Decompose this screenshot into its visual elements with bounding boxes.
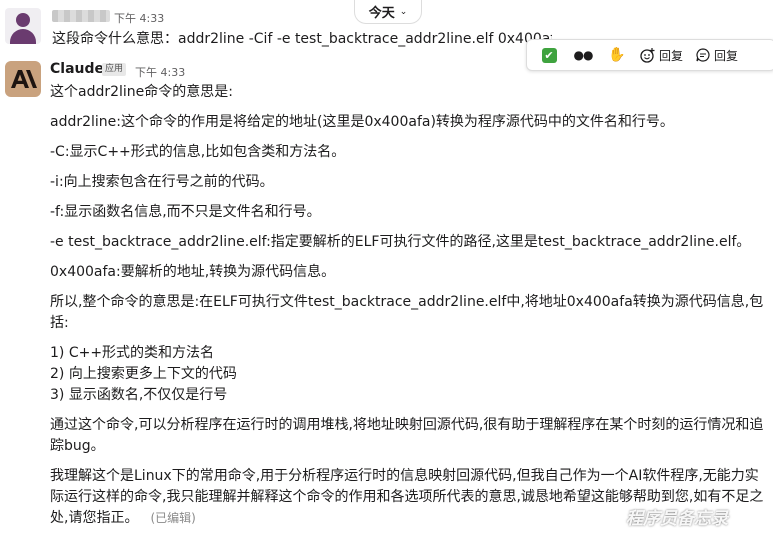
paragraph: 通过这个命令,可以分析程序在运行时的调用堆栈,将地址映射回源代码,很有助于理解程… — [50, 417, 764, 454]
list-item: 3) 显示函数名,不仅仅是行号 — [50, 387, 228, 403]
add-emoji-icon — [640, 47, 656, 63]
app-badge: 应用 — [102, 63, 127, 76]
eyes-icon: ●● — [573, 48, 594, 62]
reaction-eyes-button[interactable]: ●● — [569, 43, 597, 67]
reply-label: 回复 — [659, 48, 684, 63]
raised-hands-icon: ✋ — [608, 47, 626, 63]
message-actions-toolbar: ✔ ●● ✋ 回复 回复 — [526, 39, 773, 71]
claude-message-time[interactable]: 下午 4:33 — [135, 64, 185, 80]
slack-conversation: 今天 ⌄ 下午 4:33 这段命令什么意思：addr2line -Cif -e … — [0, 0, 773, 546]
wechat-icon — [598, 506, 620, 525]
check-mark-icon: ✔ — [541, 47, 557, 63]
explanation-line: 0x400afa:要解析的地址,转换为源代码信息。 — [50, 264, 336, 280]
reaction-check-button[interactable]: ✔ — [535, 43, 563, 67]
reply-in-thread-button[interactable]: 回复 — [692, 43, 741, 67]
explanation-line: addr2line:这个命令的作用是将给定的地址(这里是0x400afa)转换为… — [50, 114, 674, 130]
intro-line: 这个addr2line命令的意思是: — [50, 84, 233, 100]
list-item: 2) 向上搜索更多上下文的代码 — [50, 366, 237, 382]
anthropic-logo-icon — [11, 70, 37, 88]
list-item: 1) C++形式的类和方法名 — [50, 345, 215, 361]
sender-name[interactable]: Claude — [50, 61, 104, 77]
explanation-line: -e test_backtrace_addr2line.elf:指定要解析的EL… — [50, 234, 751, 250]
reply-bubble-icon — [695, 47, 711, 63]
forward-label: 回复 — [714, 48, 739, 63]
claude-message-body: 这个addr2line命令的意思是: addr2line:这个命令的作用是将给定… — [50, 82, 770, 529]
explanation-line: -f:显示函数名信息,而不只是文件名和行号。 — [50, 204, 321, 220]
claude-avatar[interactable] — [5, 61, 41, 97]
reaction-raised-hands-button[interactable]: ✋ — [603, 43, 631, 67]
edited-indicator: (已编辑) — [150, 511, 196, 525]
user-message-text: 这段命令什么意思：addr2line -Cif -e test_backtrac… — [52, 31, 552, 47]
summary-paragraph: 所以,整个命令的意思是:在ELF可执行文件test_backtrace_addr… — [50, 294, 764, 331]
date-label: 今天 — [368, 6, 395, 21]
explanation-line: -C:显示C++形式的信息,比如包含类和方法名。 — [50, 144, 346, 160]
watermark: 程序员备忘录 — [598, 503, 770, 529]
user-avatar[interactable] — [5, 8, 41, 44]
watermark-text: 程序员备忘录 — [626, 508, 728, 529]
user-name-blurred[interactable] — [52, 10, 110, 22]
explanation-line: -i:向上搜索包含在行号之前的代码。 — [50, 174, 274, 190]
user-message-time[interactable]: 下午 4:33 — [114, 10, 164, 26]
chevron-down-icon: ⌄ — [399, 6, 408, 17]
add-reaction-reply-button[interactable]: 回复 — [637, 43, 686, 67]
date-divider-button[interactable]: 今天 ⌄ — [354, 0, 422, 24]
